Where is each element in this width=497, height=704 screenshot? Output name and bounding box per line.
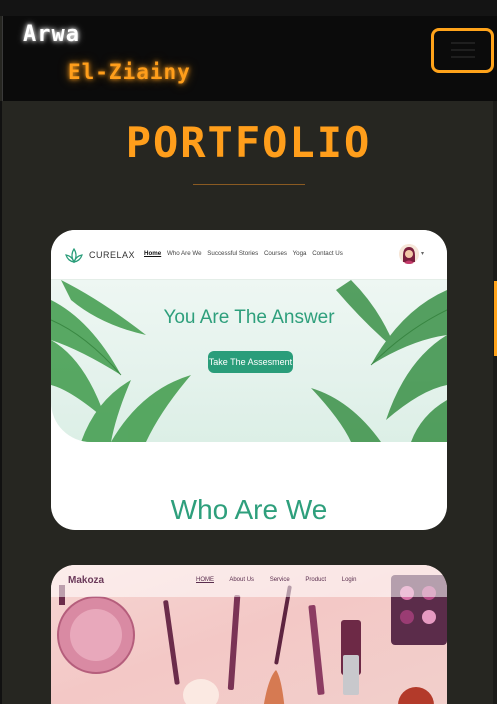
makoza-nav-product[interactable]: Product — [305, 577, 326, 583]
portfolio-title: PORTFOLIO — [125, 118, 372, 167]
makoza-nav-login[interactable]: Login — [342, 577, 357, 583]
left-edge — [0, 101, 2, 704]
lotus-icon — [65, 247, 83, 264]
makoza-nav-about-us[interactable]: About Us — [229, 577, 254, 583]
title-divider — [193, 184, 305, 185]
take-assessment-button[interactable]: Take The Assesment — [208, 351, 293, 373]
makoza-nav-service[interactable]: Service — [270, 577, 290, 583]
curelax-nav-home[interactable]: Home — [144, 250, 161, 257]
logo-first-name[interactable]: Arwa — [23, 22, 80, 47]
curelax-brand[interactable]: CURELAX — [89, 250, 135, 260]
user-avatar-icon — [399, 244, 419, 264]
curelax-navbar: CURELAX Home Who Are We Successful Stori… — [51, 230, 447, 280]
curelax-who-are-we-heading: Who Are We — [170, 494, 328, 525]
curelax-nav-who-are-we[interactable]: Who Are We — [167, 250, 202, 257]
makoza-nav-home[interactable]: HOME — [196, 577, 214, 583]
site-navbar: Arwa El-Ziainy — [2, 16, 497, 101]
chevron-down-icon[interactable]: ▾ — [421, 250, 424, 257]
project-card-curelax[interactable]: You Are The Answer Take The Assesment CU… — [51, 230, 447, 530]
project-card-makoza[interactable]: Makoza HOME About Us Service Product Log… — [51, 565, 447, 704]
curelax-nav-contact-us[interactable]: Contact Us — [312, 250, 343, 257]
curelax-headline: You Are The Answer — [163, 307, 335, 328]
makoza-nav-links: HOME About Us Service Product Login — [196, 577, 370, 583]
makoza-hero: Makoza HOME About Us Service Product Log… — [51, 565, 447, 704]
scroll-track[interactable] — [493, 101, 497, 704]
curelax-nav-links: Home Who Are We Successful Stories Cours… — [144, 250, 347, 257]
avatar[interactable] — [399, 244, 419, 264]
logo-last-name[interactable]: El-Ziainy — [68, 60, 191, 84]
menu-toggle-button[interactable] — [431, 28, 494, 73]
makoza-navbar: Makoza HOME About Us Service Product Log… — [51, 565, 447, 597]
top-strip — [0, 0, 497, 16]
makoza-brand[interactable]: Makoza — [68, 575, 104, 586]
curelax-nav-successful-stories[interactable]: Successful Stories — [207, 250, 258, 257]
curelax-nav-courses[interactable]: Courses — [264, 250, 287, 257]
curelax-nav-yoga[interactable]: Yoga — [293, 250, 307, 257]
curelax-hero: You Are The Answer Take The Assesment — [51, 280, 447, 442]
